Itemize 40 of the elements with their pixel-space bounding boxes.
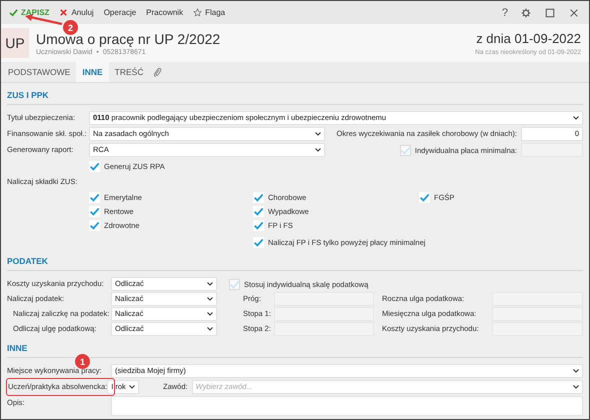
caret-icon: [573, 369, 579, 373]
checkbox[interactable]: [419, 192, 430, 202]
close-icon: [59, 8, 68, 17]
check-icon: [9, 8, 18, 17]
paperclip-icon[interactable]: [153, 66, 162, 78]
caret-icon: [207, 297, 213, 301]
checkbox[interactable]: [253, 220, 264, 230]
caret-icon: [573, 385, 579, 389]
checkbox[interactable]: [253, 206, 264, 216]
document-date: z dnia 01-09-2022: [475, 30, 581, 46]
caret-icon: [573, 116, 579, 120]
caret-icon: [207, 282, 213, 286]
toolbar-button[interactable]: Pracownik: [142, 6, 188, 19]
help-button[interactable]: ?: [496, 6, 513, 18]
toolbar-button[interactable]: Operacje: [100, 6, 140, 19]
caret-icon: [315, 148, 321, 152]
caret-icon: [207, 327, 213, 331]
tab[interactable]: PODSTAWOWE: [2, 62, 76, 82]
toolbar-button[interactable]: Flaga: [189, 6, 230, 19]
checkbox[interactable]: [89, 206, 100, 216]
checkbox[interactable]: [89, 220, 100, 230]
caret-icon: [207, 312, 213, 316]
annotation-badge: 1: [75, 354, 90, 369]
close-icon[interactable]: [569, 8, 579, 18]
caret-icon: [128, 385, 135, 389]
section-heading: INNE: [7, 336, 583, 358]
checkbox[interactable]: [253, 236, 264, 248]
document-badge: UP: [1, 28, 29, 58]
section-heading: PODATEK: [7, 249, 583, 271]
checkbox[interactable]: [89, 160, 100, 172]
caret-icon: [315, 132, 321, 136]
section-heading: ZUS I PPK: [7, 83, 583, 105]
checkbox[interactable]: [253, 192, 264, 202]
tab[interactable]: INNE: [76, 62, 109, 82]
settings-icon[interactable]: [521, 8, 531, 18]
tab[interactable]: TREŚĆ: [108, 62, 150, 82]
checkbox[interactable]: [89, 192, 100, 202]
star-icon: [193, 8, 202, 17]
maximize-icon[interactable]: [545, 8, 555, 18]
toolbar-button[interactable]: Anuluj: [55, 6, 98, 19]
